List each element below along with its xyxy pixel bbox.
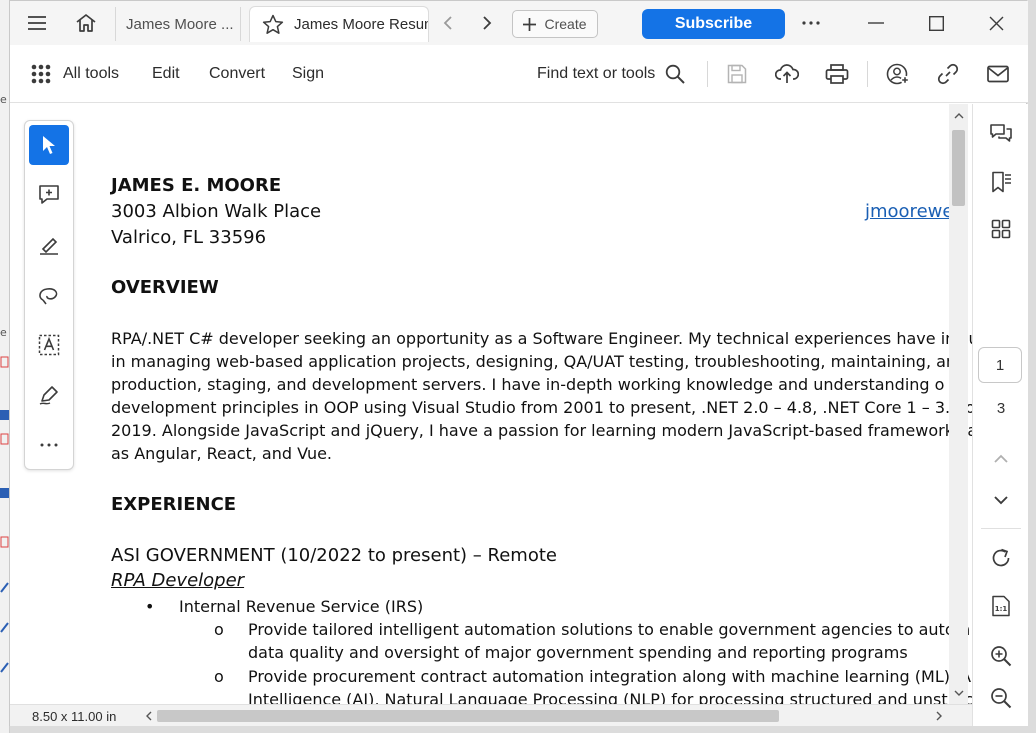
previous-page-icon[interactable] [987,444,1015,472]
all-tools-button[interactable]: All tools [63,65,119,83]
upload-icon[interactable] [774,61,800,87]
search-icon[interactable] [662,61,688,87]
acrobat-window: James Moore ... James Moore Resume Creat… [9,0,1028,726]
plus-icon [523,17,537,31]
pdf-page: JAMES E. MOORE 3003 Albion Walk Place Va… [111,104,972,709]
zoom-out-icon[interactable] [987,684,1015,712]
sign-pen-icon[interactable] [29,375,69,415]
comment-icon[interactable] [987,120,1015,148]
scroll-left-icon[interactable] [145,711,152,721]
bookmark-icon[interactable] [987,168,1015,196]
document-viewport[interactable]: JAMES E. MOORE 3003 Albion Walk Place Va… [10,104,972,726]
email-link[interactable]: jmoorewe [865,201,953,222]
find-text-or-tools[interactable]: Find text or tools [537,65,655,83]
quick-tools-panel [24,120,74,470]
total-pages-label: 3 [996,400,1006,417]
right-rail: 1 3 1:1 [972,104,1028,726]
rail-divider [981,528,1021,529]
close-icon[interactable] [980,7,1012,39]
more-options-icon[interactable] [798,7,824,39]
scroll-up-icon[interactable] [954,112,964,119]
highlight-icon[interactable] [29,225,69,265]
role-title: RPA Developer [111,570,245,591]
overview-line: as Angular, React, and Vue. [111,444,333,463]
mail-icon[interactable] [985,61,1011,87]
toolbar-divider [867,61,868,87]
next-page-icon[interactable] [987,486,1015,514]
overview-line: in managing web-based application projec… [111,352,972,371]
apps-grid-icon[interactable] [28,61,54,87]
print-icon[interactable] [824,61,850,87]
address-line-2: Valrico, FL 33596 [111,227,267,248]
horizontal-scroll-thumb[interactable] [157,710,779,722]
desktop-background: e e James Moore ... James Moore Resu Cre… [0,0,1036,733]
link-icon[interactable] [935,61,961,87]
zoom-in-icon[interactable] [987,642,1015,670]
chevron-left-icon[interactable] [438,7,458,39]
menu-convert[interactable]: Convert [209,65,265,83]
minimize-icon[interactable] [860,7,892,39]
home-icon[interactable] [70,7,102,39]
star-icon[interactable] [262,14,284,35]
subscribe-button[interactable]: Subscribe [642,9,785,39]
scroll-right-icon[interactable] [936,711,943,721]
create-label: Create [544,16,587,32]
tab-james-moore[interactable]: James Moore ... [115,7,241,41]
sub-bullet-circle: o [214,620,224,639]
vertical-scroll-thumb[interactable] [952,130,965,206]
rotate-icon[interactable] [987,544,1015,572]
overview-line: 2019. Alongside JavaScript and jQuery, I… [111,421,972,440]
tab-label: James Moore Resume [294,16,428,33]
vertical-scrollbar[interactable] [949,104,968,704]
svg-text:e: e [0,93,7,106]
overview-line: development principles in OOP using Visu… [111,398,972,417]
add-user-icon[interactable] [885,61,911,87]
bullet-item: Internal Revenue Service (IRS) [179,597,424,616]
toolbar-divider [707,61,708,87]
sub-bullet-line: Provide tailored intelligent automation … [248,620,971,639]
resume-name: JAMES E. MOORE [111,175,282,196]
sub-bullet-circle: o [214,667,224,686]
main-toolbar: All tools Edit Convert Sign Find text or… [10,45,1028,103]
sub-bullet-line: Provide procurement contract automation … [248,667,972,686]
tab-james-moore-resume[interactable]: James Moore Resume [249,6,429,42]
sub-bullet-line: data quality and oversight of major gove… [248,643,908,662]
fit-page-icon[interactable]: 1:1 [987,592,1015,620]
overview-line: production, staging, and development ser… [111,375,945,394]
more-tools-icon[interactable] [29,425,69,465]
page-size-label: 8.50 x 11.00 in [32,709,117,724]
text-box-icon[interactable] [29,325,69,365]
thumbnails-icon[interactable] [987,215,1015,243]
save-icon[interactable] [724,61,750,87]
menu-edit[interactable]: Edit [152,65,180,83]
add-comment-icon[interactable] [29,175,69,215]
experience-heading: EXPERIENCE [111,494,237,515]
maximize-icon[interactable] [920,7,952,39]
title-bar: James Moore ... James Moore Resume Creat… [10,1,1028,45]
address-line-1: 3003 Albion Walk Place [111,201,322,222]
menu-sign[interactable]: Sign [292,65,324,83]
svg-text:1:1: 1:1 [995,605,1008,613]
tab-label: James Moore ... [126,15,234,33]
draw-freeform-icon[interactable] [29,275,69,315]
current-page-input[interactable]: 1 [978,347,1022,383]
overview-heading: OVERVIEW [111,277,219,298]
menu-icon[interactable] [22,7,52,39]
select-tool-icon[interactable] [29,125,69,165]
chevron-right-icon[interactable] [477,7,497,39]
scroll-down-icon[interactable] [954,690,964,697]
create-button[interactable]: Create [512,10,598,38]
horizontal-scrollbar[interactable]: 8.50 x 11.00 in [10,704,972,726]
svg-text:e: e [0,326,7,339]
job-title-line: ASI GOVERNMENT (10/2022 to present) – Re… [111,545,557,566]
bullet-dot: • [145,597,155,616]
overview-line: RPA/.NET C# developer seeking an opportu… [111,329,972,348]
